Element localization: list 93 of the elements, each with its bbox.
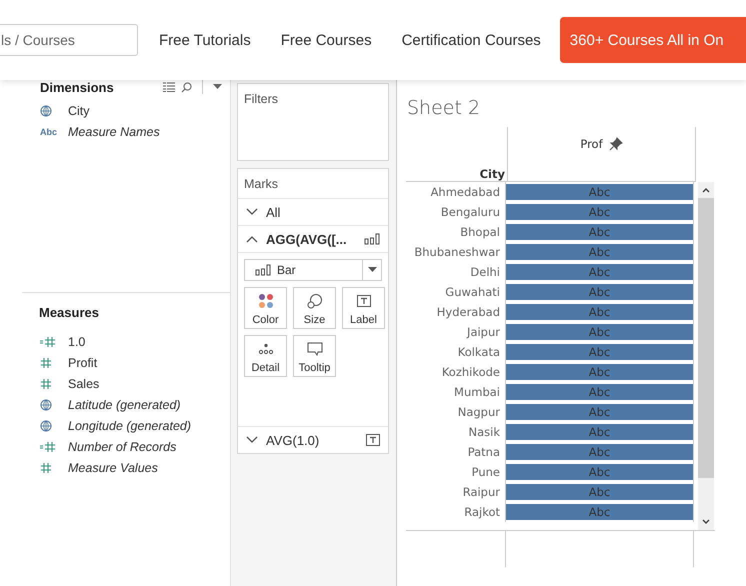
- chevron-up-icon: [246, 235, 258, 243]
- row-label: Mumbai: [454, 385, 500, 399]
- dots-icon: [258, 343, 274, 355]
- field-name[interactable]: Measure Names: [68, 124, 160, 138]
- text-icon: [356, 295, 370, 307]
- section-title: Measures: [39, 304, 99, 320]
- nav-link[interactable]: Free Tutorials: [159, 32, 251, 48]
- tooltip-button[interactable]: Tooltip: [293, 335, 336, 377]
- scrollbar-thumb[interactable]: [698, 198, 714, 478]
- bar-chart-icon: [364, 233, 380, 245]
- bar-mark: Abc: [506, 404, 693, 420]
- row-label: Bhubaneshwar: [414, 245, 500, 259]
- pin-icon: [608, 137, 623, 151]
- bar-mark: Abc: [506, 244, 693, 260]
- globe-icon: [40, 398, 52, 410]
- field-name[interactable]: Profit: [68, 356, 98, 370]
- marks-section[interactable]: All: [238, 199, 388, 226]
- nav-link[interactable]: Free Courses: [280, 32, 372, 48]
- calculated-hash-icon: [40, 440, 56, 452]
- field-name[interactable]: Number of Records: [68, 440, 176, 454]
- marks-section[interactable]: AVG(1.0): [238, 426, 388, 453]
- row-label: Pune: [472, 465, 500, 479]
- bar-mark: Abc: [506, 344, 693, 360]
- chevron-down-icon: [246, 436, 258, 444]
- detail-button[interactable]: Detail: [244, 335, 287, 377]
- sheet-title: Sheet 2: [406, 96, 482, 121]
- row-label: Raipur: [462, 485, 500, 499]
- color-button[interactable]: Color: [244, 287, 287, 329]
- marks-section[interactable]: AGG(AVG([...: [238, 226, 388, 253]
- row-label: Jaipur: [467, 325, 500, 339]
- size-circles-icon: [306, 293, 322, 309]
- bar-chart-icon: [255, 264, 271, 276]
- bar-mark: Abc: [506, 204, 693, 220]
- hash-icon: [40, 378, 52, 390]
- row-label: Nagpur: [458, 405, 500, 419]
- text-icon: [366, 434, 380, 446]
- hash-icon: [40, 356, 52, 368]
- column-header: Prof: [580, 137, 603, 151]
- bar-mark: Abc: [506, 284, 693, 300]
- mark-type-dropdown[interactable]: Bar: [244, 259, 382, 281]
- dropdown-caret-icon: [213, 84, 222, 90]
- row-label: Kolkata: [458, 345, 500, 359]
- chevron-down-icon: [246, 208, 258, 216]
- bar-mark: Abc: [506, 364, 693, 380]
- row-label: Rajkot: [464, 505, 500, 519]
- shelf-title: Filters: [243, 91, 280, 108]
- row-label: Bhopal: [460, 225, 500, 239]
- row-label: Hyderabad: [436, 305, 500, 319]
- bar-mark: Abc: [506, 444, 693, 460]
- bar-mark: Abc: [506, 484, 693, 500]
- row-label: Guwahati: [445, 285, 500, 299]
- bar-mark: Abc: [506, 224, 693, 240]
- type-label: Abc: [40, 126, 58, 136]
- section-title: Dimensions: [40, 80, 114, 94]
- search-field[interactable]: ls / Courses: [0, 24, 138, 56]
- row-label: Delhi: [470, 265, 500, 279]
- bar-mark: Abc: [506, 464, 693, 480]
- scroll-up-icon: [702, 188, 710, 193]
- scroll-down-icon: [702, 519, 710, 524]
- color-dots-icon: [258, 293, 274, 309]
- field-name[interactable]: Latitude (generated): [68, 398, 181, 412]
- field-name[interactable]: Measure Values: [68, 460, 158, 474]
- hash-icon: [40, 462, 52, 474]
- row-label: Bengaluru: [440, 205, 500, 219]
- row-label: Patna: [468, 445, 500, 459]
- size-button[interactable]: Size: [293, 287, 336, 329]
- bar-mark: Abc: [506, 324, 693, 340]
- dropdown-caret-icon: [368, 267, 376, 273]
- globe-icon: [40, 104, 52, 116]
- list-view-icon: [163, 82, 175, 92]
- speech-bubble-icon: [306, 342, 322, 356]
- shelf-title: Marks: [238, 169, 388, 199]
- row-label: Kozhikode: [442, 365, 500, 379]
- bar-mark: Abc: [506, 184, 693, 200]
- field-name[interactable]: Longitude (generated): [68, 418, 192, 432]
- field-name[interactable]: 1.0: [68, 334, 86, 348]
- column-header: City: [480, 167, 505, 181]
- field-name[interactable]: Sales: [68, 376, 100, 390]
- label-button[interactable]: Label: [342, 287, 385, 329]
- bar-mark: Abc: [506, 504, 693, 520]
- row-label: Nasik: [468, 425, 500, 439]
- globe-icon: [40, 420, 52, 432]
- row-label: Ahmedabad: [430, 185, 500, 199]
- calculated-hash-icon: [40, 336, 56, 348]
- bar-mark: Abc: [506, 424, 693, 440]
- scrollbar[interactable]: [698, 182, 714, 530]
- bar-mark: Abc: [506, 304, 693, 320]
- bar-mark: Abc: [506, 264, 693, 280]
- courses-button[interactable]: 360+ Courses All in On: [560, 17, 746, 63]
- field-name[interactable]: City: [68, 104, 90, 118]
- bar-mark: Abc: [506, 384, 693, 400]
- search-icon: [181, 82, 192, 92]
- nav-link[interactable]: Certification Courses: [402, 32, 541, 48]
